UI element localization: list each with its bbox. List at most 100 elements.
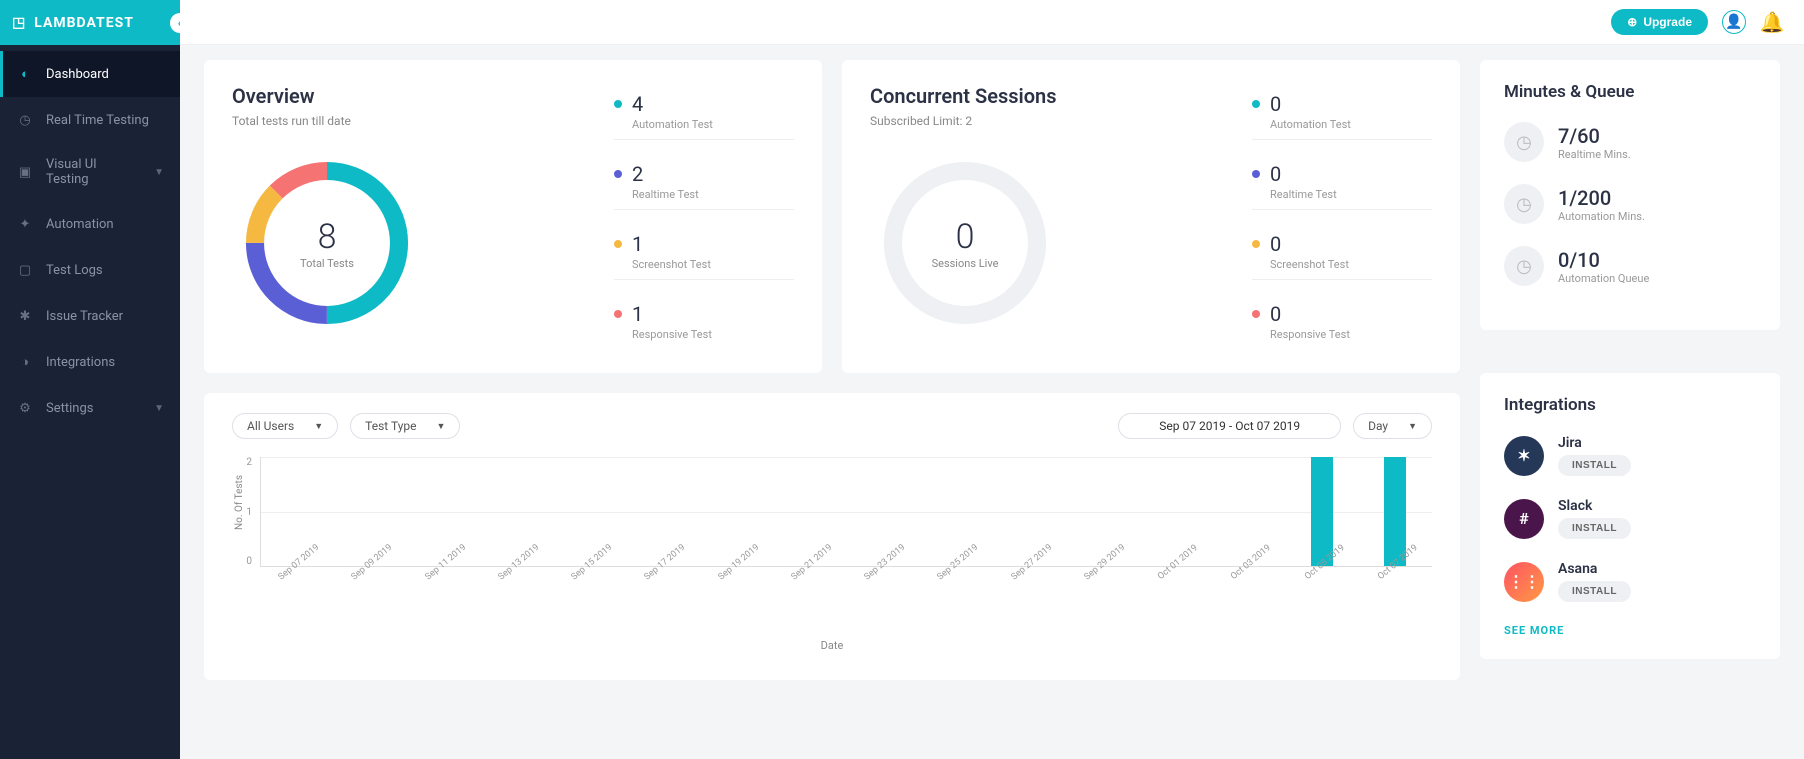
integration-logo: ✶ (1504, 436, 1544, 476)
mq-label: Automation Queue (1558, 272, 1649, 285)
stat-label: Automation Test (614, 118, 794, 140)
mq-row-automation-queue: ◷ 0/10Automation Queue (1504, 246, 1756, 286)
date-range-picker[interactable]: Sep 07 2019 - Oct 07 2019 (1118, 413, 1341, 439)
nav-icon: ◐ (16, 65, 34, 83)
stat-dot (1252, 310, 1260, 318)
overview-stats: 4Automation Test2Realtime Test1Screensho… (614, 84, 794, 349)
stat-dot (614, 240, 622, 248)
stat-value: 0 (1270, 232, 1281, 256)
mq-label: Realtime Mins. (1558, 148, 1631, 161)
integration-slack: #SlackINSTALL (1504, 498, 1756, 539)
sidebar: ◳ LAMBDATEST ‹ ◐Dashboard◷Real Time Test… (0, 0, 180, 759)
brand-text: LAMBDATEST (34, 15, 134, 31)
sidebar-item-integrations[interactable]: ◑ Integrations (0, 339, 180, 385)
integration-name: Asana (1558, 561, 1631, 577)
sidebar-item-real-time-testing[interactable]: ◷Real Time Testing (0, 97, 180, 143)
overview-subtitle: Total tests run till date (232, 114, 604, 128)
stat-dot (1252, 240, 1260, 248)
stat-value: 4 (632, 92, 643, 116)
granularity-filter[interactable]: Day▼ (1353, 413, 1432, 439)
nav-icon: ▣ (16, 163, 34, 181)
integration-name: Slack (1558, 498, 1631, 514)
mq-icon: ◷ (1504, 246, 1544, 286)
tests-chart-card: All Users▼ Test Type▼ Sep 07 2019 - Oct … (204, 393, 1460, 680)
nav-icon: ▢ (16, 261, 34, 279)
nav-icon: ⚙ (16, 399, 34, 417)
stat-label: Realtime Test (1252, 188, 1432, 210)
nav-label: Automation (46, 217, 114, 232)
stat-value: 0 (1270, 92, 1281, 116)
stat-label: Screenshot Test (614, 258, 794, 280)
nav-label: Test Logs (46, 263, 103, 278)
topbar: ⊕ Upgrade 👤 🔔 (180, 0, 1804, 45)
mq-value: 1/200 (1558, 186, 1645, 210)
brand[interactable]: ◳ LAMBDATEST ‹ (0, 0, 180, 45)
upgrade-label: Upgrade (1643, 15, 1692, 29)
bell-icon[interactable]: 🔔 (1760, 10, 1784, 34)
nav-icon: ◷ (16, 111, 34, 129)
sidebar-item-test-logs[interactable]: ▢ Test Logs (0, 247, 180, 293)
stat-responsive-test: 1Responsive Test (614, 302, 794, 349)
sidebar-item-visual-ui-testing[interactable]: ▣Visual UI Testing▼ (0, 143, 180, 201)
stat-label: Responsive Test (1252, 328, 1432, 349)
stat-dot (614, 170, 622, 178)
mq-value: 7/60 (1558, 124, 1631, 148)
stat-realtime-test: 2Realtime Test (614, 162, 794, 210)
overview-card: Overview Total tests run till date 8 Tot… (204, 60, 822, 373)
chevron-down-icon: ▼ (314, 421, 323, 432)
stat-value: 0 (1270, 302, 1281, 326)
chevron-down-icon: ▼ (1408, 421, 1417, 432)
mq-row-automation-mins-: ◷1/200Automation Mins. (1504, 184, 1756, 224)
stat-automation-test: 4Automation Test (614, 92, 794, 140)
integration-logo: ⋮⋮ (1504, 562, 1544, 602)
nav-label: Issue Tracker (46, 309, 123, 324)
stat-dot (1252, 170, 1260, 178)
install-button[interactable]: INSTALL (1558, 455, 1631, 476)
integrations-title: Integrations (1504, 395, 1756, 415)
concurrent-subtitle: Subscribed Limit: 2 (870, 114, 1242, 128)
stat-dot (614, 310, 622, 318)
upgrade-button[interactable]: ⊕ Upgrade (1611, 9, 1708, 35)
overview-donut: 8 Total Tests (232, 148, 422, 338)
sidebar-item-dashboard[interactable]: ◐Dashboard (0, 51, 180, 97)
install-button[interactable]: INSTALL (1558, 518, 1631, 539)
users-filter[interactable]: All Users▼ (232, 413, 338, 439)
nav-icon: ✱ (16, 307, 34, 325)
overview-total-num: 8 (318, 217, 337, 257)
stat-value: 0 (1270, 162, 1281, 186)
nav-label: Settings (46, 401, 93, 416)
y-tick: 1 (246, 507, 252, 518)
concurrent-total-num: 0 (956, 217, 975, 257)
concurrent-stats: 0Automation Test0Realtime Test0Screensho… (1252, 84, 1432, 349)
chart-y-label: No. Of Tests (234, 475, 245, 530)
sidebar-item-issue-tracker[interactable]: ✱ Issue Tracker (0, 293, 180, 339)
stat-value: 2 (632, 162, 643, 186)
chevron-down-icon: ▼ (437, 421, 446, 432)
integration-name: Jira (1558, 435, 1631, 451)
stat-screenshot-test: 0Screenshot Test (1252, 232, 1432, 280)
y-tick: 2 (246, 457, 252, 468)
profile-icon[interactable]: 👤 (1722, 10, 1746, 34)
mq-row-realtime-mins-: ◷7/60Realtime Mins. (1504, 122, 1756, 162)
integration-jira: ✶ Jira INSTALL (1504, 435, 1756, 476)
sidebar-item-automation[interactable]: ✦Automation (0, 201, 180, 247)
stat-screenshot-test: 1Screenshot Test (614, 232, 794, 280)
install-button[interactable]: INSTALL (1558, 581, 1631, 602)
main: Overview Total tests run till date 8 Tot… (180, 0, 1804, 759)
logo-icon: ◳ (12, 15, 26, 31)
nav-icon: ◑ (16, 353, 34, 371)
sidebar-item-settings[interactable]: ⚙Settings▼ (0, 385, 180, 431)
mq-value: 0/10 (1558, 248, 1649, 272)
stat-dot (1252, 100, 1260, 108)
stat-realtime-test: 0Realtime Test (1252, 162, 1432, 210)
upgrade-icon: ⊕ (1627, 15, 1637, 29)
stat-automation-test: 0Automation Test (1252, 92, 1432, 140)
minutes-queue-card: Minutes & Queue ◷7/60Realtime Mins.◷1/20… (1480, 60, 1780, 330)
nav-label: Integrations (46, 355, 115, 370)
concurrent-total-lbl: Sessions Live (932, 257, 999, 270)
test-type-filter[interactable]: Test Type▼ (350, 413, 460, 439)
y-tick: 0 (246, 556, 252, 567)
nav-label: Visual UI Testing (46, 157, 142, 187)
see-more-link[interactable]: SEE MORE (1504, 624, 1756, 637)
stat-value: 1 (632, 302, 643, 326)
